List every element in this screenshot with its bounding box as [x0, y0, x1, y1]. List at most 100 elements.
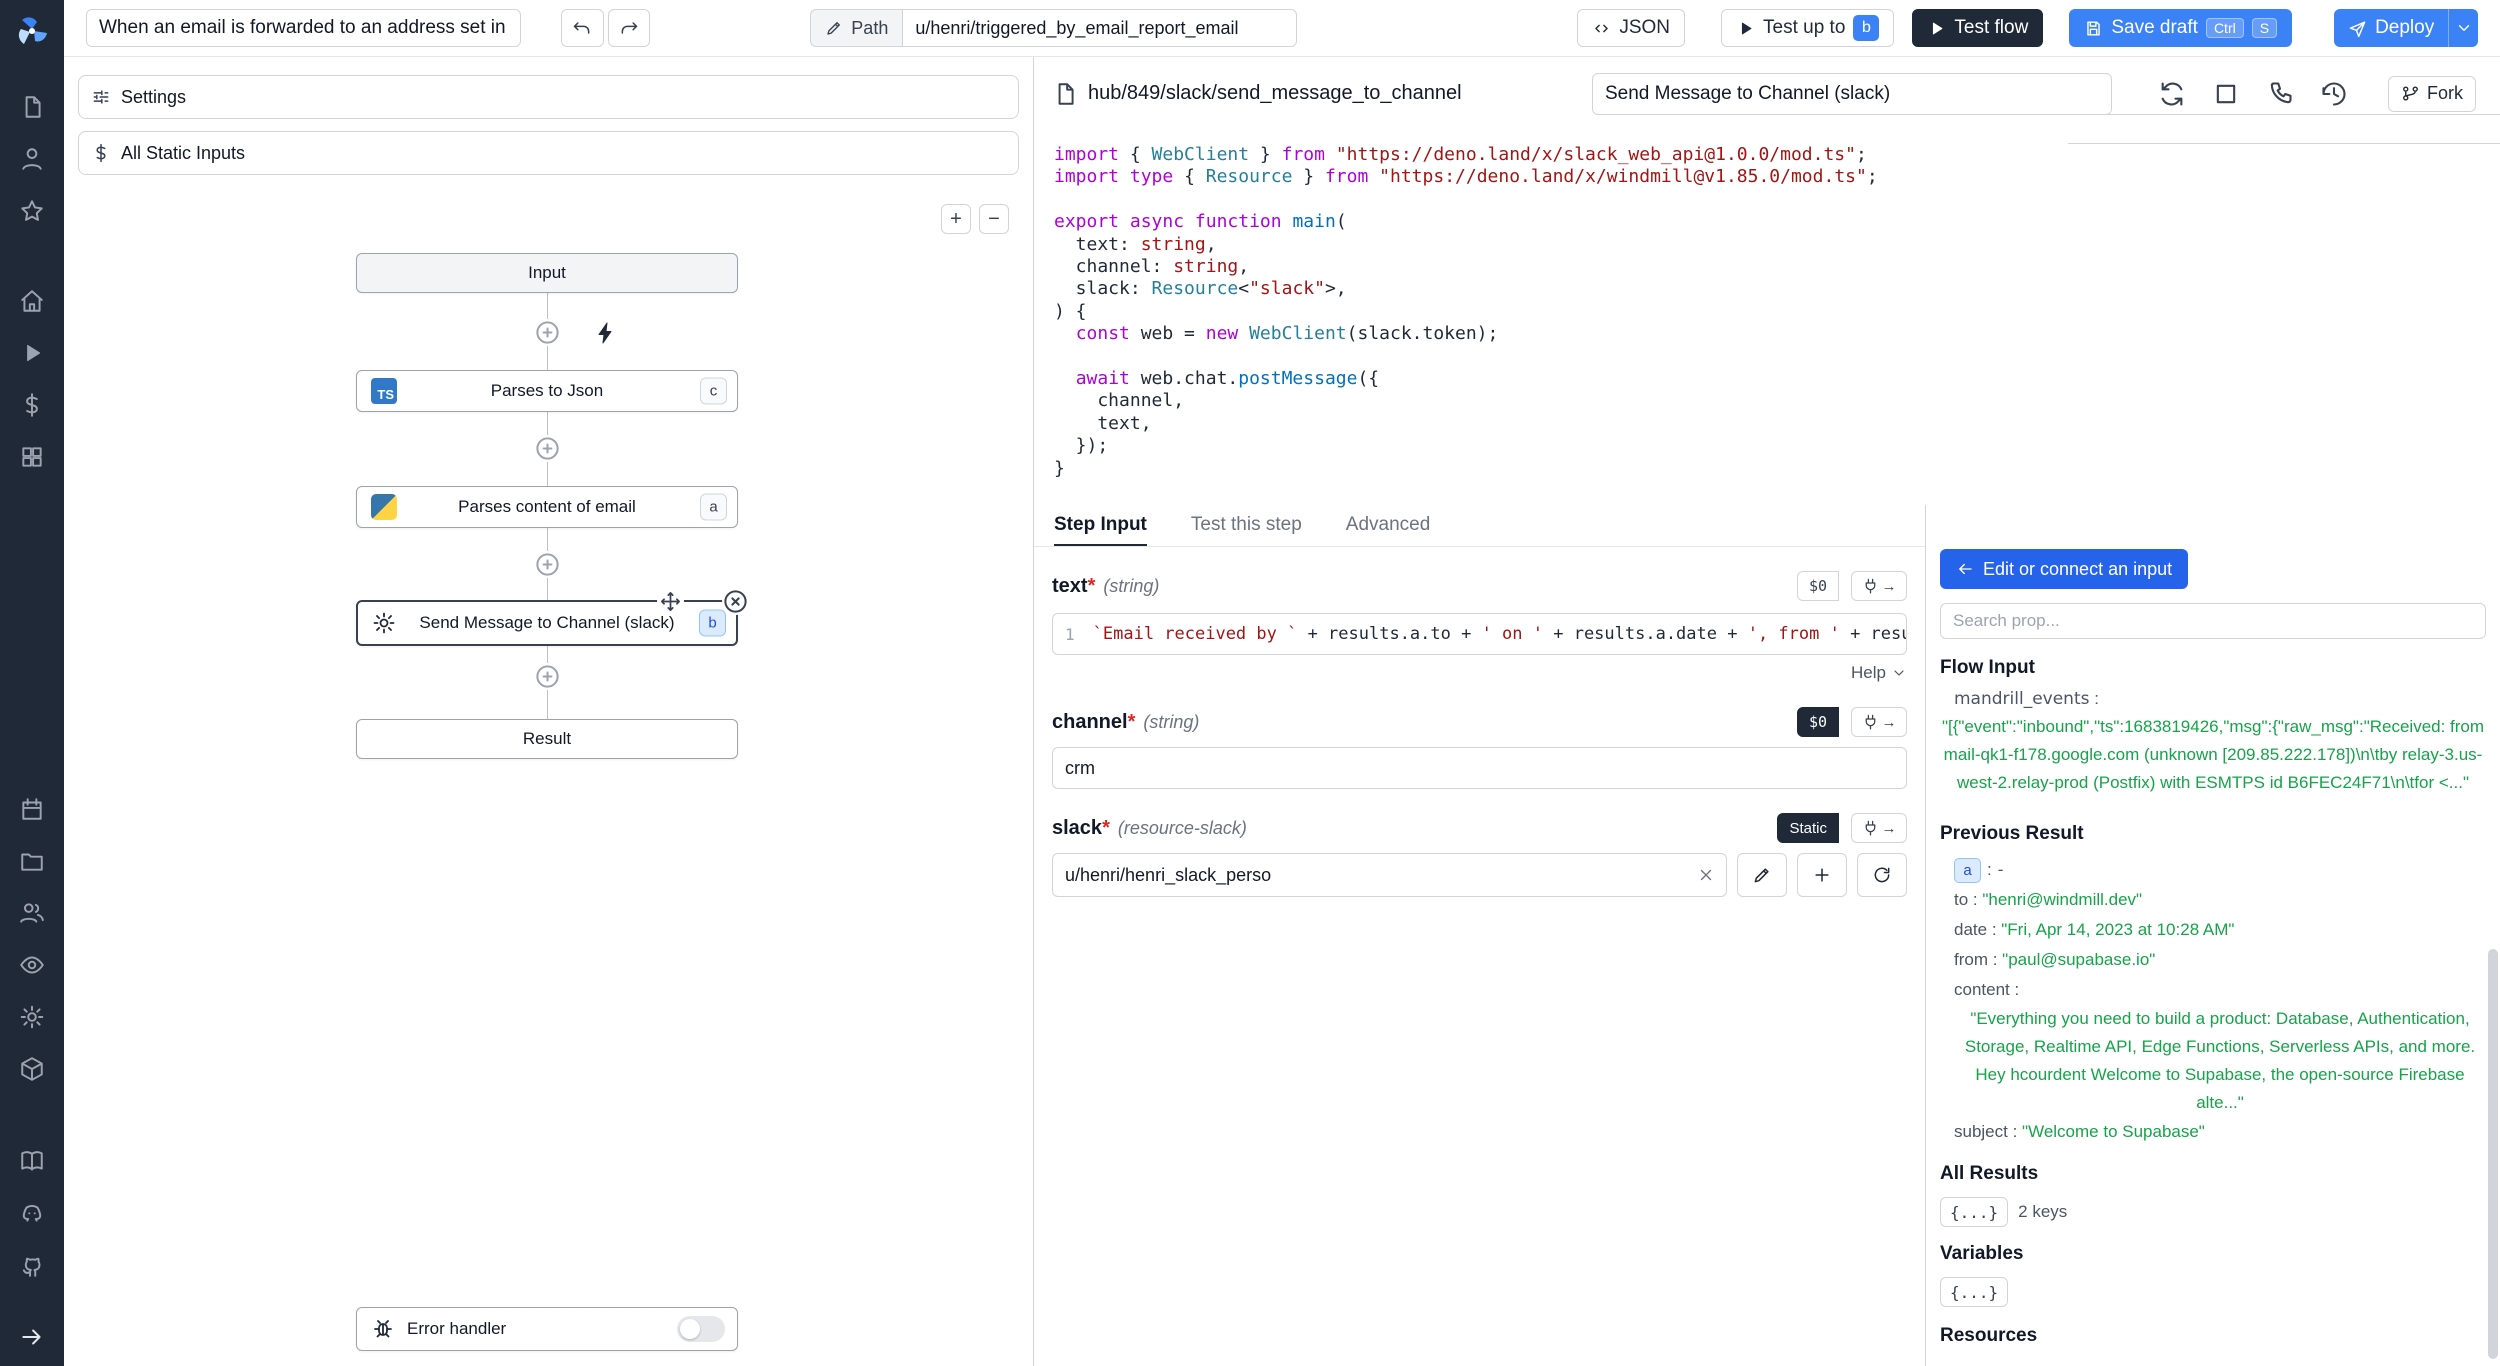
save-draft-button[interactable]: Save draft Ctrl S	[2069, 9, 2292, 47]
json-button[interactable]: JSON	[1577, 9, 1685, 47]
insert-step-button[interactable]	[534, 319, 561, 346]
node-result[interactable]: Result	[356, 719, 738, 759]
edit-connect-input-button[interactable]: Edit or connect an input	[1940, 549, 2188, 589]
node-parses-to-json[interactable]: TS Parses to Json c	[356, 370, 738, 412]
error-handler-node[interactable]: Error handler	[356, 1307, 738, 1351]
text-static-toggle[interactable]: $0	[1797, 571, 1839, 601]
help-link[interactable]: Help	[1052, 663, 1907, 683]
result-field-to[interactable]: to : "henri@windmill.dev"	[1940, 885, 2486, 915]
kbd-s: S	[2252, 18, 2277, 38]
box-icon[interactable]	[19, 1056, 45, 1082]
star-icon[interactable]	[19, 198, 45, 224]
result-field-subject[interactable]: subject : "Welcome to Supabase"	[1940, 1117, 2486, 1147]
prop-mandrill-events[interactable]: mandrill_events :	[1940, 689, 2486, 709]
users-icon[interactable]	[19, 900, 45, 926]
path-input[interactable]	[902, 9, 1297, 47]
zoom-in-button[interactable]: +	[941, 204, 971, 234]
sync-icon[interactable]	[2158, 80, 2186, 108]
sidebar-expand-icon[interactable]	[19, 1324, 45, 1350]
code-editor[interactable]: import { WebClient } from "https://deno.…	[1034, 130, 2500, 505]
history-icon[interactable]	[2320, 80, 2348, 108]
test-up-to-button[interactable]: Test up to b	[1721, 9, 1894, 47]
resources-title: Resources	[1940, 1325, 2486, 1347]
flow-name-input[interactable]	[86, 9, 521, 47]
node-label: Parses to Json	[491, 381, 603, 401]
node-label: Send Message to Channel (slack)	[419, 613, 674, 633]
channel-static-toggle[interactable]: $0	[1797, 707, 1839, 737]
redo-button[interactable]	[608, 9, 651, 47]
all-results-expand-chip[interactable]: {...}	[1940, 1197, 2008, 1227]
text-connect-button[interactable]: →	[1851, 571, 1907, 601]
undo-button[interactable]	[561, 9, 604, 47]
edit-resource-button[interactable]	[1737, 853, 1787, 897]
slack-static-toggle[interactable]: Static	[1777, 813, 1839, 843]
book-icon[interactable]	[19, 1148, 45, 1174]
window-icon[interactable]	[2212, 80, 2240, 108]
doc-icon[interactable]	[19, 94, 45, 120]
node-parses-content-of-email[interactable]: Parses content of email a	[356, 486, 738, 528]
user-icon[interactable]	[19, 146, 45, 172]
tab-test-this-step[interactable]: Test this step	[1191, 505, 1302, 546]
refresh-resource-button[interactable]	[1857, 853, 1907, 897]
chevron-down-icon	[2455, 19, 2473, 37]
insert-step-button[interactable]	[534, 435, 561, 462]
zoom-out-button[interactable]: −	[979, 204, 1009, 234]
pencil-icon	[825, 19, 843, 37]
field-channel-header: channel* (string) $0 </> →	[1052, 707, 1907, 737]
windmill-logo[interactable]	[15, 14, 49, 48]
move-node-handle[interactable]	[657, 588, 684, 615]
deploy-button[interactable]: Deploy	[2334, 9, 2448, 47]
branch-icon	[2401, 84, 2420, 103]
eye-icon[interactable]	[19, 952, 45, 978]
static-inputs-bar[interactable]: All Static Inputs	[78, 131, 1019, 175]
add-resource-button[interactable]	[1797, 853, 1847, 897]
gear-icon[interactable]	[19, 1004, 45, 1030]
play-icon[interactable]	[19, 340, 45, 366]
sliders-icon	[91, 87, 111, 107]
channel-connect-button[interactable]: →	[1851, 707, 1907, 737]
blocks-icon[interactable]	[19, 444, 45, 470]
node-input[interactable]: Input	[356, 253, 738, 293]
result-field-content[interactable]: content : "Everything you need to build …	[1940, 975, 2486, 1117]
calendar-icon[interactable]	[19, 796, 45, 822]
hub-script-path[interactable]: hub/849/slack/send_message_to_channel	[1088, 82, 1462, 105]
step-input-panel: Step InputTest this stepAdvanced text* (…	[1034, 505, 1926, 1366]
slack-resource-input[interactable]	[1052, 853, 1727, 897]
result-root-row[interactable]: a : -	[1940, 855, 2486, 885]
result-field-date[interactable]: date : "Fri, Apr 14, 2023 at 10:28 AM"	[1940, 915, 2486, 945]
delete-node-button[interactable]	[722, 588, 749, 615]
tab-advanced[interactable]: Advanced	[1346, 505, 1431, 546]
slack-connect-button[interactable]: →	[1851, 813, 1907, 843]
settings-bar[interactable]: Settings	[78, 75, 1019, 119]
slack-code-toggle[interactable]: </>	[2068, 114, 2500, 144]
github-icon[interactable]	[19, 1252, 45, 1278]
error-handler-toggle[interactable]	[677, 1316, 725, 1342]
text-expression-editor[interactable]: 1 `Email received by ` + results.a.to + …	[1052, 613, 1907, 655]
result-field-from[interactable]: from : "paul@supabase.io"	[1940, 945, 2486, 975]
deploy-button-group: Deploy	[2334, 9, 2478, 47]
fork-button[interactable]: Fork	[2388, 76, 2476, 112]
phone-icon[interactable]	[2266, 80, 2294, 108]
dollar-icon	[91, 143, 111, 163]
trigger-zap-icon[interactable]	[594, 321, 618, 345]
variables-expand-chip[interactable]: {...}	[1940, 1277, 2008, 1307]
path-button[interactable]: Path	[810, 9, 902, 47]
clear-icon[interactable]	[1697, 866, 1715, 884]
tab-step-input[interactable]: Step Input	[1054, 505, 1147, 546]
discord-icon[interactable]	[19, 1200, 45, 1226]
test-flow-button[interactable]: Test flow	[1912, 9, 2043, 47]
scrollbar-thumb[interactable]	[2488, 949, 2498, 1359]
search-prop-input[interactable]	[1940, 603, 2486, 639]
channel-input[interactable]	[1052, 747, 1907, 789]
insert-step-button[interactable]	[534, 551, 561, 578]
field-label-channel: channel*	[1052, 711, 1135, 734]
insert-step-button[interactable]	[534, 663, 561, 690]
deploy-dropdown-button[interactable]	[2448, 9, 2478, 47]
flow-canvas[interactable]: + − Input TS Parses to Json c Parses con…	[64, 175, 1033, 1366]
mandrill-events-value[interactable]: "[{"event":"inbound","ts":1683819426,"ms…	[1940, 713, 2486, 797]
folder-icon[interactable]	[19, 848, 45, 874]
home-icon[interactable]	[19, 288, 45, 314]
step-name-input[interactable]	[1592, 73, 2112, 115]
dollar-icon[interactable]	[19, 392, 45, 418]
node-send-message-selected[interactable]: Send Message to Channel (slack) b	[356, 600, 738, 646]
